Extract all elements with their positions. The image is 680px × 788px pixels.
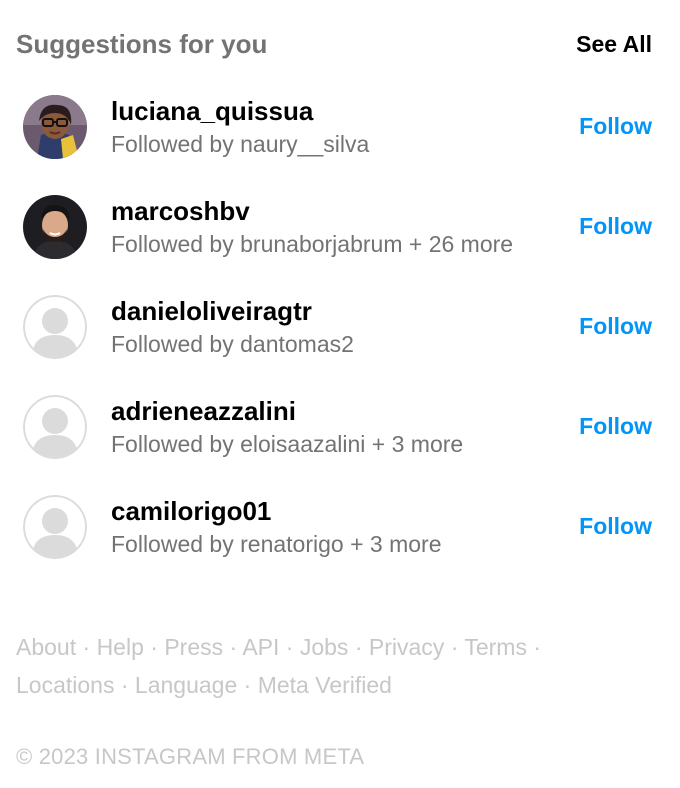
follow-button[interactable]: Follow (579, 513, 652, 540)
footer-separator: · (533, 634, 542, 660)
suggestion-username[interactable]: marcoshbv (111, 194, 556, 228)
suggestion-row: danieloliveiragtr Followed by dantomas2 … (0, 278, 680, 378)
suggestion-row: camilorigo01 Followed by renatorigo + 3 … (0, 478, 680, 578)
footer-separator: · (354, 634, 363, 660)
footer-link-locations[interactable]: Locations (16, 672, 114, 698)
avatar[interactable] (23, 395, 87, 459)
footer-link-about[interactable]: About (16, 634, 76, 660)
default-avatar-icon (23, 395, 87, 459)
footer-link-terms[interactable]: Terms (464, 634, 527, 660)
suggestion-row: adrieneazzalini Followed by eloisaazalin… (0, 378, 680, 478)
avatar[interactable] (23, 95, 87, 159)
default-avatar-icon (23, 295, 87, 359)
suggestion-username[interactable]: camilorigo01 (111, 494, 556, 528)
suggestion-text: camilorigo01 Followed by renatorigo + 3 … (111, 494, 556, 560)
suggestion-text: adrieneazzalini Followed by eloisaazalin… (111, 394, 556, 460)
avatar[interactable] (23, 295, 87, 359)
suggestions-list: luciana_quissua Followed by naury__silva… (0, 78, 680, 578)
follow-button[interactable]: Follow (579, 413, 652, 440)
footer-separator: · (82, 634, 91, 660)
suggestions-header: Suggestions for you See All (16, 26, 652, 62)
user-photo-icon (23, 95, 87, 159)
copyright-text: © 2023 INSTAGRAM FROM META (16, 744, 365, 769)
follow-button[interactable]: Follow (579, 113, 652, 140)
suggestion-followed-by: Followed by brunaborjabrum + 26 more (111, 231, 514, 257)
avatar[interactable] (23, 195, 87, 259)
default-avatar-icon (23, 495, 87, 559)
footer-link-press[interactable]: Press (164, 634, 223, 660)
avatar[interactable] (23, 495, 87, 559)
suggestion-followed-by: Followed by naury__silva (111, 131, 370, 157)
footer-separator: · (450, 634, 459, 660)
suggestion-followed-by: Followed by dantomas2 (111, 331, 354, 357)
footer-link-jobs[interactable]: Jobs (300, 634, 349, 660)
footer-separator: · (229, 634, 238, 660)
suggestion-row: marcoshbv Followed by brunaborjabrum + 2… (0, 178, 680, 278)
user-photo-icon (23, 195, 87, 259)
suggestion-username[interactable]: adrieneazzalini (111, 394, 556, 428)
suggestion-row: luciana_quissua Followed by naury__silva… (0, 78, 680, 178)
footer-separator: · (243, 672, 252, 698)
follow-button[interactable]: Follow (579, 313, 652, 340)
suggestion-text: danieloliveiragtr Followed by dantomas2 (111, 294, 556, 360)
footer-separator: · (285, 634, 294, 660)
footer-link-language[interactable]: Language (135, 672, 237, 698)
suggestion-text: luciana_quissua Followed by naury__silva (111, 94, 556, 160)
suggestion-followed-by: Followed by eloisaazalini + 3 more (111, 431, 464, 457)
footer-separator: · (150, 634, 158, 660)
footer-link-meta-verified[interactable]: Meta Verified (258, 672, 392, 698)
suggestion-username[interactable]: danieloliveiragtr (111, 294, 556, 328)
footer-separator: · (120, 672, 129, 698)
suggestion-followed-by: Followed by renatorigo + 3 more (111, 531, 442, 557)
follow-button[interactable]: Follow (579, 213, 652, 240)
footer-link-privacy[interactable]: Privacy (369, 634, 444, 660)
footer-link-help[interactable]: Help (97, 634, 144, 660)
footer-links: About · Help · Press · API · Jobs · Priv… (16, 628, 636, 704)
suggestions-title: Suggestions for you (16, 28, 268, 59)
suggestion-text: marcoshbv Followed by brunaborjabrum + 2… (111, 194, 556, 260)
footer-link-api[interactable]: API (242, 634, 279, 660)
see-all-link[interactable]: See All (576, 31, 652, 58)
suggestion-username[interactable]: luciana_quissua (111, 94, 556, 128)
